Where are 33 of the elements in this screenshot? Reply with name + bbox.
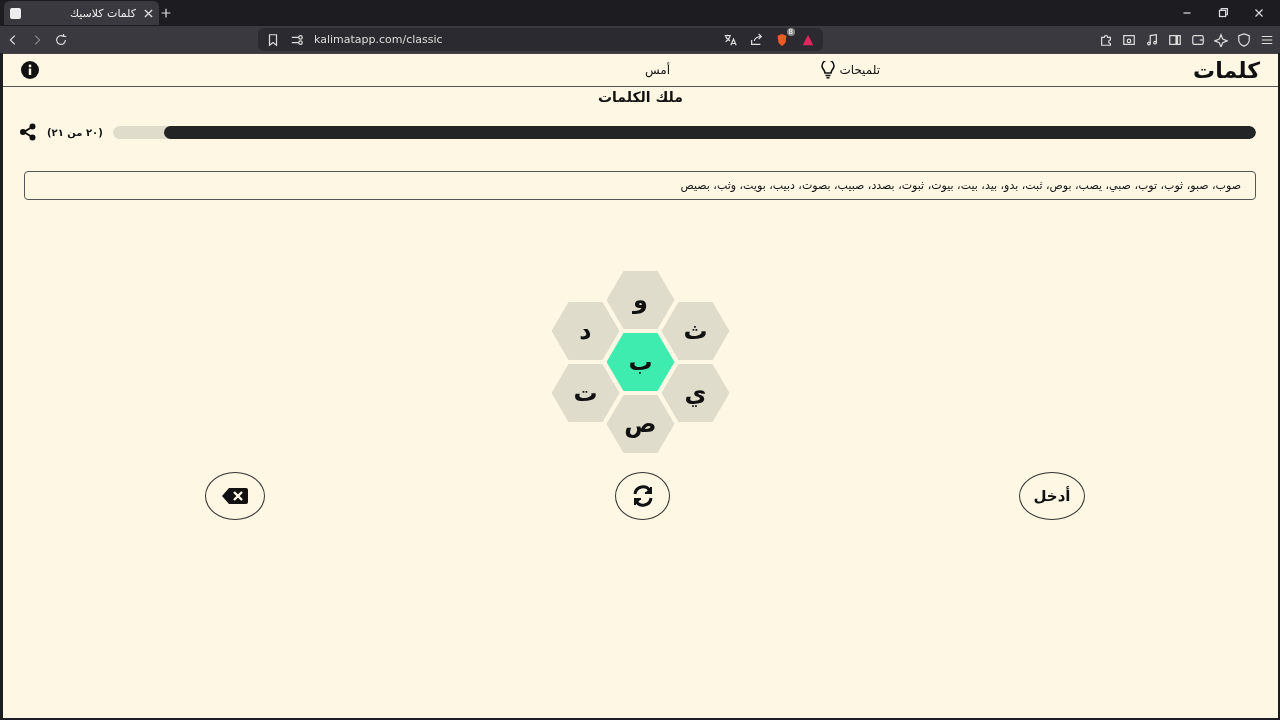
found-words-list[interactable]: صوب، صبو، ثوب، توب، صبي، يصب، بوص، ثبت، بدو، بيد، بيت، بيوت، ثبوت، بصدد، صبيب، بصوت، دبيب، بويت، وثب، بصيص [24,171,1256,200]
letter-tile[interactable]: د [551,302,620,360]
share-icon[interactable] [19,123,37,141]
letter-tile[interactable]: ص [606,395,675,453]
hints-link[interactable]: تلميحات [670,61,880,79]
share-icon[interactable] [749,32,763,47]
wallet-icon[interactable] [1191,32,1205,47]
letter-tile[interactable]: ث [661,302,730,360]
sparkle-icon[interactable] [1214,32,1228,47]
music-icon[interactable] [1145,32,1159,47]
window-search-icon[interactable] [1122,32,1136,47]
shield-icon[interactable] [1237,32,1251,47]
puzzle-icon[interactable] [1099,32,1113,47]
yesterday-link[interactable]: أمس [644,63,670,77]
translate-icon[interactable] [723,32,737,47]
letter-tile[interactable]: ي [661,364,730,422]
rank-title: ملك الكلمات [597,89,684,105]
browser-tab[interactable]: كلمات كلاسيك [4,1,159,25]
sidebar-icon[interactable] [1168,32,1182,47]
close-icon[interactable] [144,8,153,18]
restore-icon[interactable] [1216,6,1230,20]
letter-tile[interactable]: و [606,271,675,329]
info-icon[interactable] [21,61,39,79]
bookmark-icon[interactable] [266,32,280,47]
reload-icon[interactable] [54,32,68,47]
letter-tile[interactable]: ت [551,364,620,422]
backspace-icon [222,488,248,504]
site-settings-icon[interactable] [290,32,304,47]
logo[interactable]: كلمات [880,57,1260,83]
lightbulb-icon [821,61,836,79]
url-text: kalimatapp.com/classic [314,33,443,46]
score-text: (٢٠ من ٢١) [47,126,103,138]
new-tab-icon[interactable] [159,6,173,20]
